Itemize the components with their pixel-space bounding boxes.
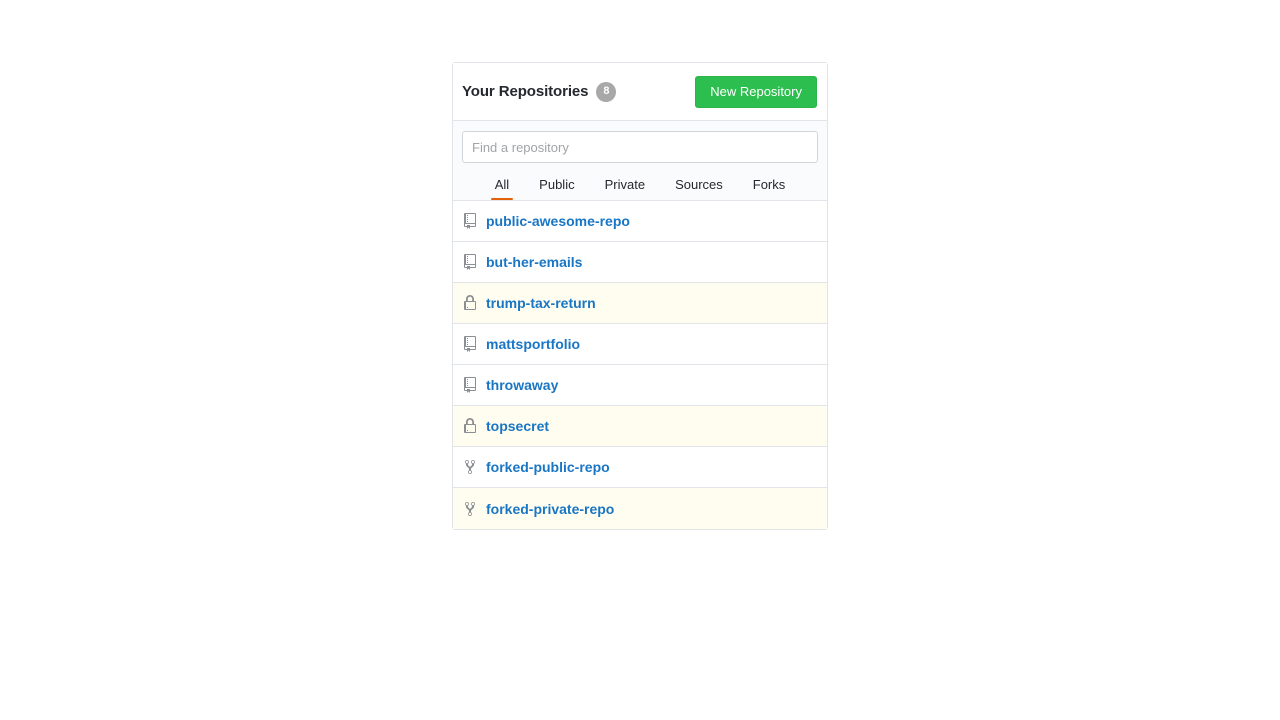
tab-public[interactable]: Public [524,172,589,200]
lock-icon [462,295,478,311]
table-row[interactable]: public-awesome-repo [453,201,827,242]
repo-forked-icon [462,501,478,517]
table-row[interactable]: forked-private-repo [453,488,827,529]
page-title: Your Repositories [462,83,589,100]
repositories-card: Your Repositories 8 New Repository All P… [452,62,828,530]
repository-filter-tabs: All Public Private Sources Forks [462,172,818,200]
screen: Your Repositories 8 New Repository All P… [0,0,1280,720]
repository-link[interactable]: forked-public-repo [486,460,610,474]
repository-link[interactable]: public-awesome-repo [486,214,630,228]
repo-icon [462,377,478,393]
repository-link[interactable]: trump-tax-return [486,296,596,310]
search-input[interactable] [462,131,818,163]
tab-all[interactable]: All [480,172,524,200]
table-row[interactable]: trump-tax-return [453,283,827,324]
table-row[interactable]: but-her-emails [453,242,827,283]
table-row[interactable]: topsecret [453,406,827,447]
table-row[interactable]: forked-public-repo [453,447,827,488]
card-header: Your Repositories 8 New Repository [453,63,827,121]
repository-list: public-awesome-repo but-her-emails trump… [453,200,827,529]
repo-forked-icon [462,459,478,475]
lock-icon [462,418,478,434]
repo-icon [462,254,478,270]
repo-icon [462,213,478,229]
tab-sources[interactable]: Sources [660,172,738,200]
repository-link[interactable]: mattsportfolio [486,337,580,351]
tab-private[interactable]: Private [590,172,660,200]
repository-link[interactable]: throwaway [486,378,558,392]
repository-link[interactable]: but-her-emails [486,255,582,269]
tab-forks[interactable]: Forks [738,172,801,200]
table-row[interactable]: mattsportfolio [453,324,827,365]
table-row[interactable]: throwaway [453,365,827,406]
repository-link[interactable]: topsecret [486,419,549,433]
repository-count-badge: 8 [596,81,617,102]
new-repository-button[interactable]: New Repository [695,75,817,108]
card-header-left: Your Repositories 8 [462,81,617,102]
card-filters: All Public Private Sources Forks [453,121,827,200]
repo-icon [462,336,478,352]
repository-link[interactable]: forked-private-repo [486,502,614,516]
